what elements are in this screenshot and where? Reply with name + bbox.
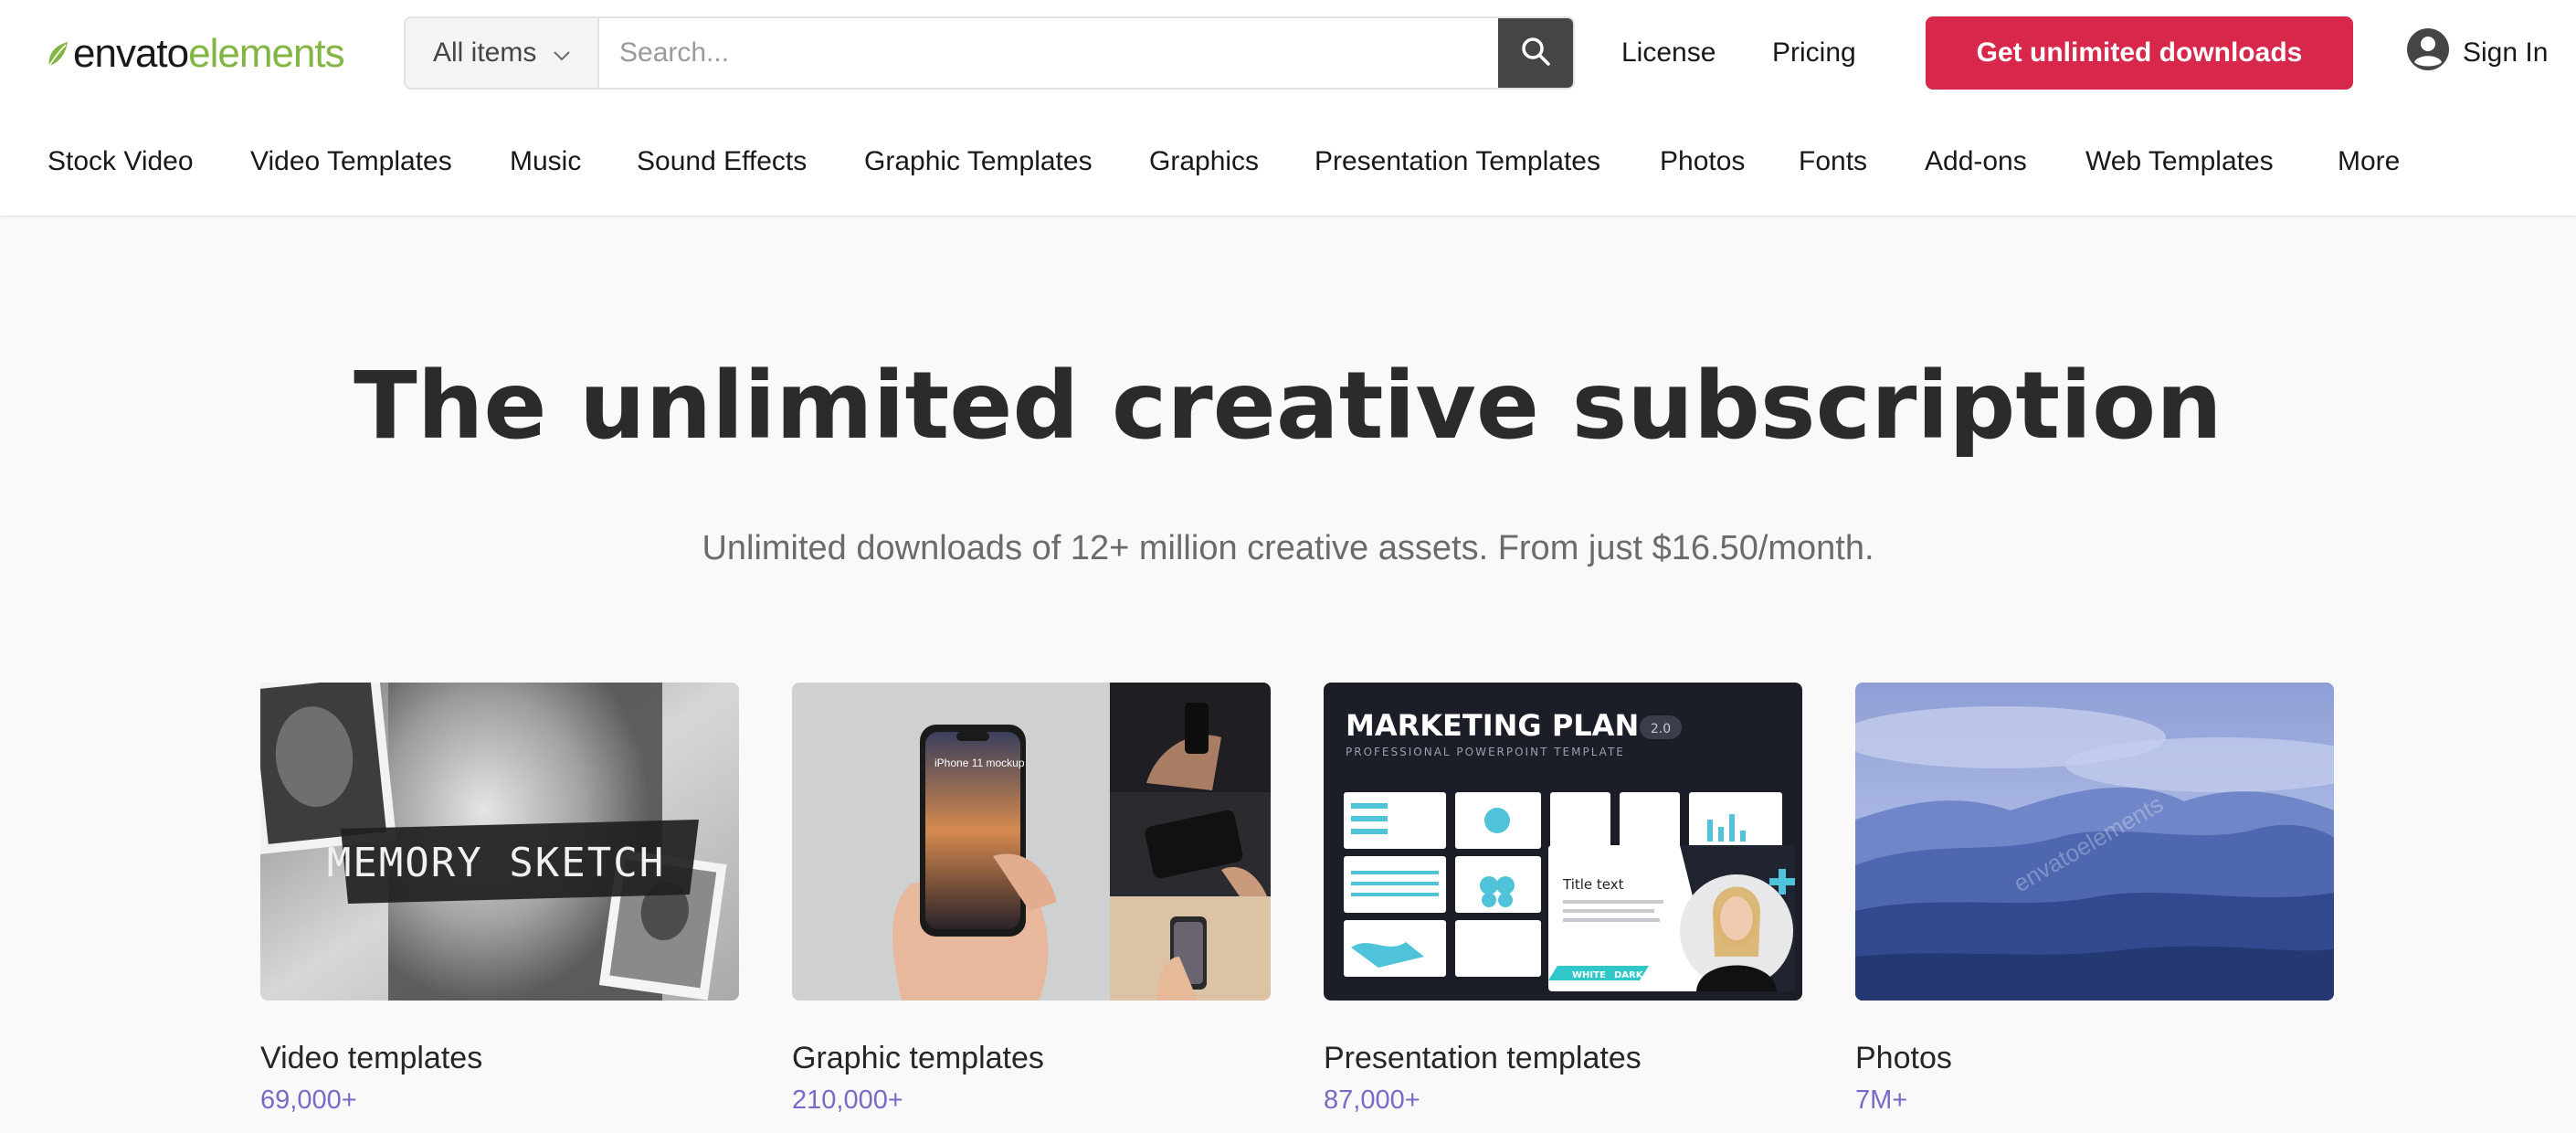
sign-in-button[interactable]: Sign In [2406, 27, 2548, 79]
graphic-templates-thumbnail[interactable]: iPhone 11 mockup [792, 683, 1271, 1001]
presentation-thumb-tag-dark: DARK [1614, 970, 1644, 980]
nav-item-add-ons[interactable]: Add-ons [1925, 143, 2027, 181]
search-button[interactable] [1498, 18, 1573, 88]
search-bar: All items [404, 16, 1575, 90]
logo-word-elements: elements [188, 31, 345, 76]
nav-item-fonts[interactable]: Fonts [1799, 143, 1867, 181]
card-title[interactable]: Graphic templates [792, 1039, 1271, 1077]
leaf-icon [46, 40, 69, 68]
presentation-templates-thumbnail[interactable]: MARKETING PLAN 2.0 PROFESSIONAL POWERPOI… [1324, 683, 1802, 1001]
presentation-thumb-heading: MARKETING PLAN [1346, 708, 1639, 743]
mockup-label: iPhone 11 mockup [934, 757, 1025, 769]
category-card-photos[interactable]: envatoelements Photos 7M+ [1855, 683, 2334, 1117]
card-count: 69,000+ [260, 1085, 357, 1115]
chevron-down-icon [553, 37, 571, 69]
envato-elements-logo[interactable]: envato elements [46, 31, 345, 76]
nav-item-sound-effects[interactable]: Sound Effects [637, 143, 807, 181]
nav-item-more[interactable]: More [2338, 143, 2400, 181]
sign-in-label: Sign In [2463, 37, 2549, 68]
hero-subtitle: Unlimited downloads of 12+ million creat… [702, 529, 1874, 567]
pricing-link[interactable]: Pricing [1772, 33, 1856, 73]
presentation-thumb-slide-title: Title text [1562, 876, 1624, 893]
nav-item-presentation-templates[interactable]: Presentation Templates [1314, 143, 1600, 181]
video-templates-thumbnail[interactable]: MEMORY SKETCH [260, 683, 739, 1001]
card-title[interactable]: Photos [1855, 1039, 2334, 1077]
presentation-thumb-subheading: PROFESSIONAL POWERPOINT TEMPLATE [1346, 746, 1625, 758]
nav-item-graphics[interactable]: Graphics [1149, 143, 1259, 181]
nav-item-music[interactable]: Music [510, 143, 581, 181]
category-card-graphic-templates[interactable]: iPhone 11 mockup Graphic templates 210,0… [792, 683, 1271, 1117]
presentation-thumb-tag-white: WHITE [1572, 970, 1606, 980]
nav-item-web-templates[interactable]: Web Templates [2085, 143, 2274, 181]
nav-item-graphic-templates[interactable]: Graphic Templates [864, 143, 1093, 181]
nav-item-stock-video[interactable]: Stock Video [48, 143, 194, 181]
nav-item-photos[interactable]: Photos [1660, 143, 1745, 181]
card-count: 210,000+ [792, 1085, 903, 1115]
category-nav: Stock Video Video Templates Music Sound … [0, 143, 2576, 185]
search-icon [1520, 36, 1551, 71]
user-avatar-icon [2406, 27, 2450, 79]
category-card-video-templates[interactable]: MEMORY SKETCH Video templates 69,000+ [260, 683, 739, 1117]
top-header: envato elements All items License Pricin… [0, 0, 2576, 217]
card-title[interactable]: Video templates [260, 1039, 739, 1077]
presentation-thumb-badge: 2.0 [1651, 722, 1671, 736]
card-count: 7M+ [1855, 1085, 1908, 1115]
logo-word-envato: envato [73, 31, 189, 76]
search-input[interactable] [599, 18, 1498, 88]
category-select-label: All items [433, 37, 537, 68]
card-title[interactable]: Presentation templates [1324, 1039, 1802, 1077]
card-count: 87,000+ [1324, 1085, 1420, 1115]
nav-item-video-templates[interactable]: Video Templates [250, 143, 452, 181]
category-select[interactable]: All items [406, 18, 599, 88]
hero-title: The unlimited creative subscription [354, 352, 2222, 461]
video-thumb-title: MEMORY SKETCH [327, 840, 665, 886]
category-card-presentation-templates[interactable]: MARKETING PLAN 2.0 PROFESSIONAL POWERPOI… [1324, 683, 1802, 1117]
get-unlimited-downloads-button[interactable]: Get unlimited downloads [1926, 16, 2353, 90]
license-link[interactable]: License [1621, 33, 1716, 73]
photos-thumbnail[interactable]: envatoelements [1855, 683, 2334, 1001]
